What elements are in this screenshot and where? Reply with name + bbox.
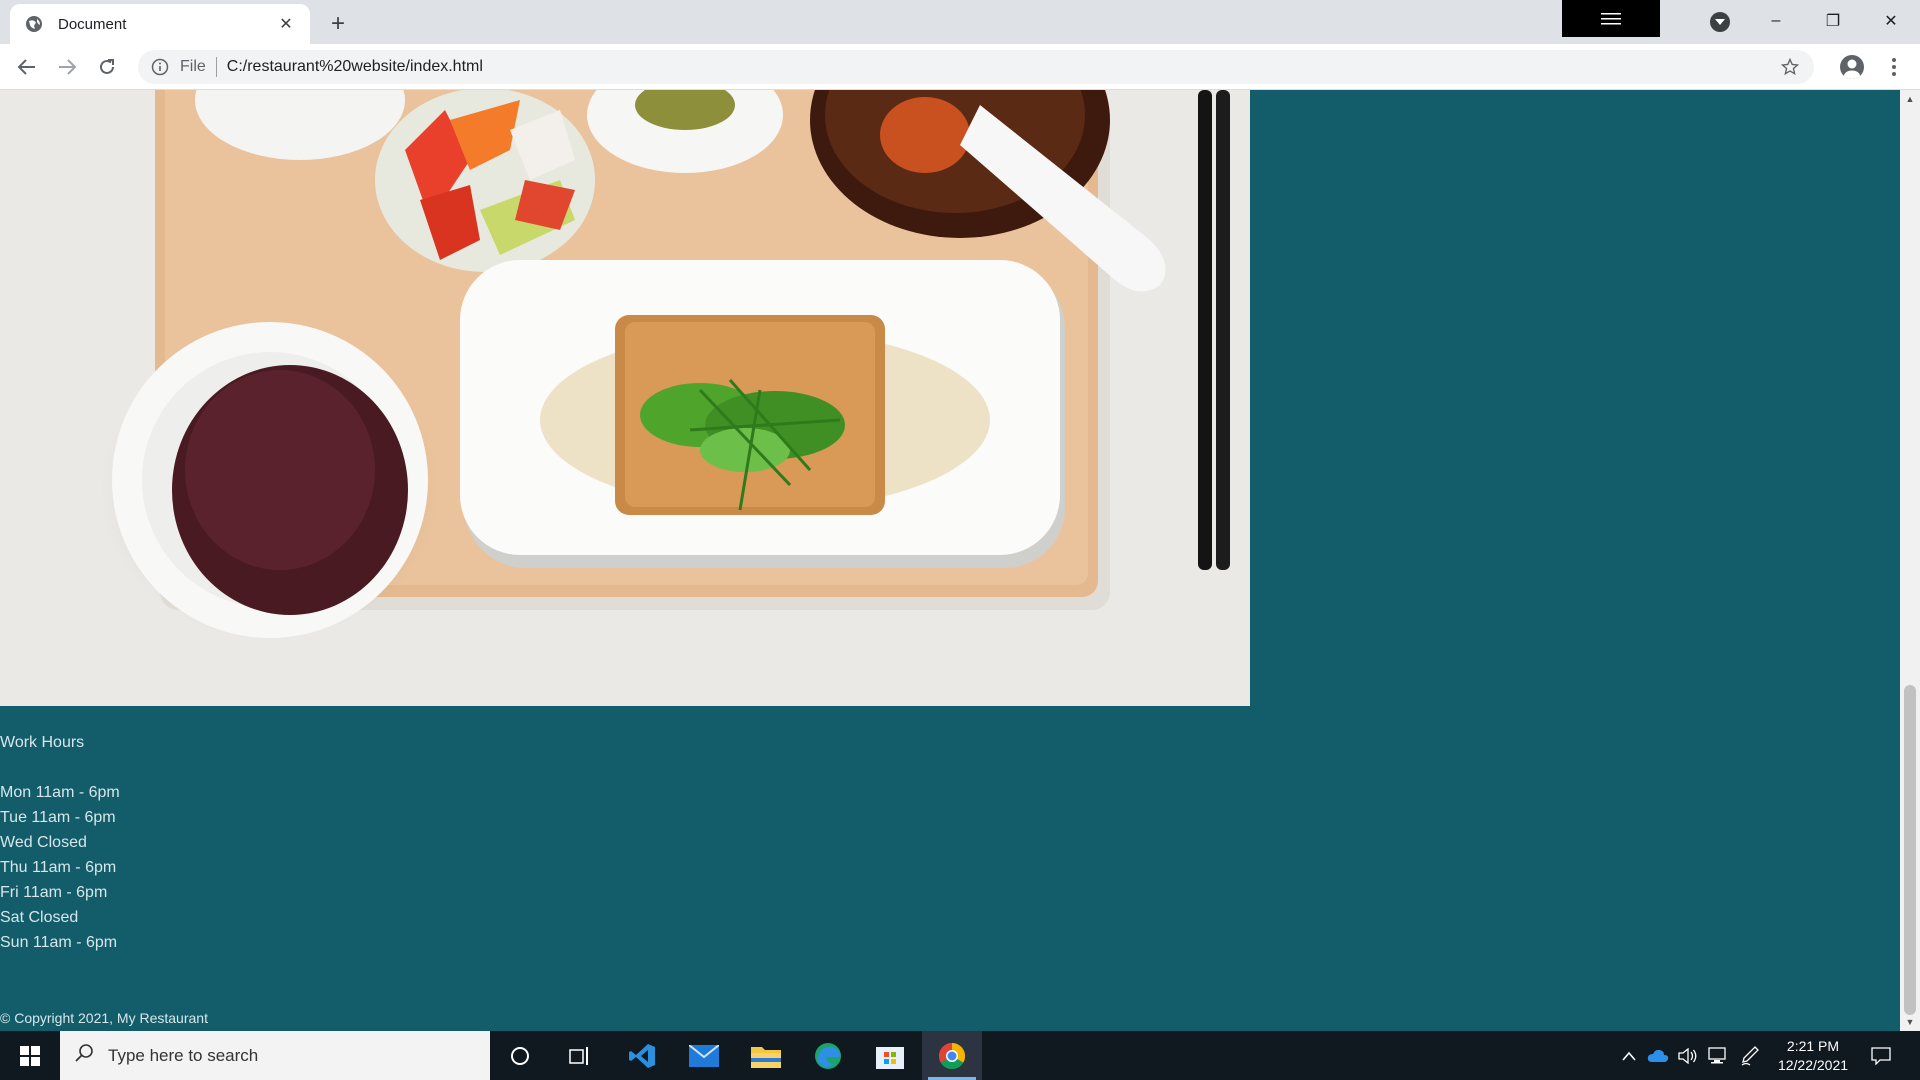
taskbar-search-input[interactable]: Type here to search [60,1031,490,1080]
hours-thursday: Thu 11am - 6pm [0,859,117,876]
reload-icon[interactable] [93,53,121,81]
windows-start-icon[interactable] [0,1031,60,1080]
restore-button[interactable]: ❐ [1813,6,1853,36]
more-menu-icon[interactable] [1884,53,1904,81]
profile-dropdown-icon[interactable] [1710,12,1730,32]
chevron-up-icon[interactable] [1617,1031,1641,1080]
new-tab-button[interactable]: + [324,10,352,38]
hours-tuesday: Tue 11am - 6pm [0,809,116,826]
search-icon [74,1043,94,1068]
work-hours-section: Work Hours Mon 11am - 6pm Tue 11am - 6pm… [0,730,120,955]
tab-title: Document [58,15,127,33]
work-hours-heading: Work Hours [0,734,85,751]
chrome-icon[interactable] [922,1031,982,1080]
close-window-button[interactable]: ✕ [1871,6,1911,36]
page-viewport: Work Hours Mon 11am - 6pm Tue 11am - 6pm… [0,90,1900,1031]
back-arrow-icon[interactable] [13,53,41,81]
url-text[interactable]: C:/restaurant%20website/index.html [227,58,1778,76]
speaker-icon[interactable] [1676,1031,1700,1080]
page-scrollbar[interactable]: ▲ ▼ [1900,90,1920,1031]
info-icon[interactable] [150,57,170,77]
forward-arrow-icon[interactable] [53,53,81,81]
url-scheme-label: File [180,58,206,75]
scroll-down-arrow-icon[interactable]: ▼ [1900,1013,1920,1031]
hours-monday: Mon 11am - 6pm [0,784,120,801]
network-icon[interactable] [1706,1031,1730,1080]
edge-icon[interactable] [798,1031,858,1080]
vscode-icon[interactable] [612,1031,672,1080]
browser-toolbar: File C:/restaurant%20website/index.html [0,44,1920,90]
minimize-button[interactable]: – [1756,6,1796,36]
clock-time: 2:21 PM [1786,1038,1840,1054]
search-placeholder: Type here to search [108,1045,259,1065]
menu-lines-icon[interactable] [1562,0,1660,37]
tab-document[interactable]: Document ✕ [10,4,310,44]
close-tab-icon[interactable]: ✕ [276,14,296,34]
url-separator [215,57,217,77]
task-view-icon[interactable] [550,1031,610,1080]
globe-icon [24,14,44,34]
hours-sunday: Sun 11am - 6pm [0,934,118,951]
hero-image [0,90,1250,706]
taskbar-clock[interactable]: 2:21 PM 12/22/2021 [1768,1037,1858,1075]
store-icon[interactable] [860,1031,920,1080]
mail-icon[interactable] [674,1031,734,1080]
bookmark-star-icon[interactable] [1778,55,1802,79]
address-bar[interactable]: File C:/restaurant%20website/index.html [138,50,1814,84]
file-explorer-icon[interactable] [736,1031,796,1080]
hours-saturday: Sat Closed [0,909,79,926]
notification-center-icon[interactable] [1866,1031,1896,1080]
clock-date: 12/22/2021 [1777,1057,1849,1073]
scroll-thumb[interactable] [1904,685,1916,1015]
copyright-footer: © Copyright 2021, My Restaurant [0,1010,208,1026]
browser-titlebar: Document ✕ + – ❐ ✕ [0,0,1920,44]
cortana-icon[interactable] [490,1031,550,1080]
pen-workspace-icon[interactable] [1738,1031,1762,1080]
scroll-up-arrow-icon[interactable]: ▲ [1900,90,1920,108]
onedrive-icon[interactable] [1646,1031,1670,1080]
windows-taskbar: Type here to search 2:21 PM 12/22/2021 [0,1031,1920,1080]
profile-avatar-icon[interactable] [1840,55,1864,79]
hours-wednesday: Wed Closed [0,834,87,851]
hours-friday: Fri 11am - 6pm [0,884,108,901]
